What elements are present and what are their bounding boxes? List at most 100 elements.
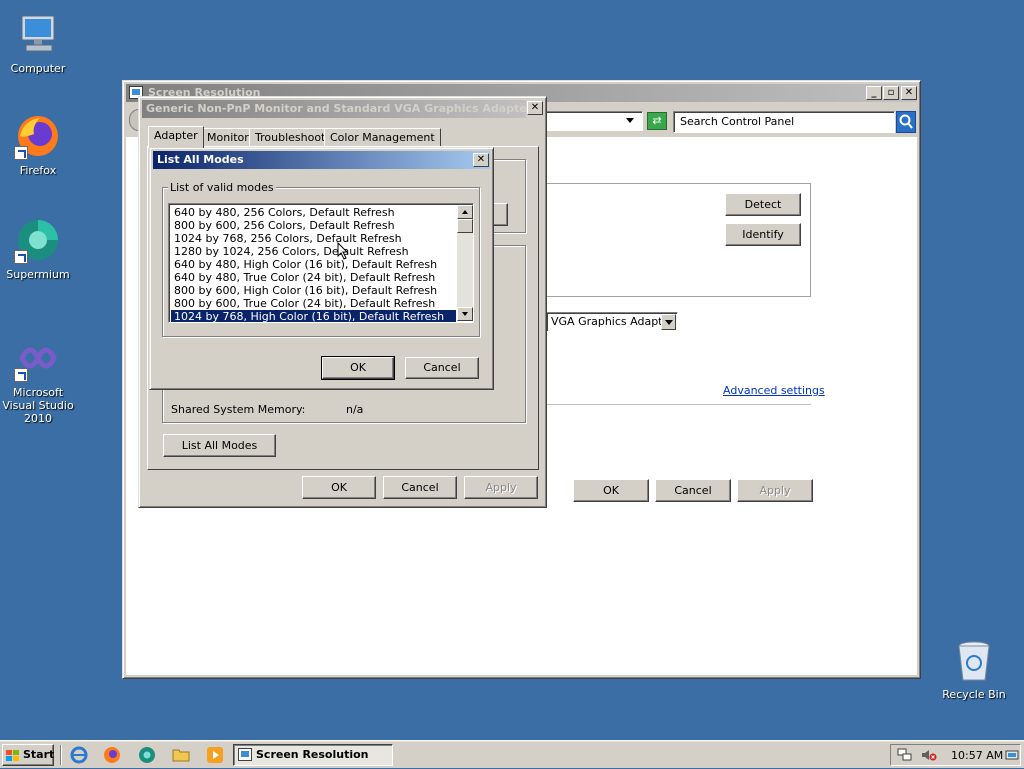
- list-item[interactable]: 1024 by 768, 256 Colors, Default Refresh: [171, 232, 456, 245]
- taskbar-task-screen-resolution[interactable]: Screen Resolution: [233, 744, 393, 766]
- ok-label: OK: [603, 484, 619, 497]
- adapter-dialog-title: Generic Non-PnP Monitor and Standard VGA…: [146, 102, 526, 115]
- ie-quicklaunch-icon[interactable]: [70, 746, 88, 764]
- apply-label: Apply: [485, 481, 517, 494]
- arrow-down-icon: [462, 312, 468, 316]
- tab-label: Adapter: [154, 129, 198, 142]
- maximize-button[interactable]: ▫: [883, 86, 899, 100]
- media-player-quicklaunch-icon[interactable]: [206, 746, 224, 764]
- adapter-dialog-close-button[interactable]: ✕: [527, 101, 543, 115]
- shared-memory-label: Shared System Memory:: [171, 403, 306, 416]
- search-icon[interactable]: [896, 111, 916, 133]
- control-panel-icon: [238, 748, 252, 761]
- shortcut-arrow-icon: [14, 146, 28, 160]
- main-ok-button[interactable]: OK: [573, 479, 649, 502]
- tab-label: Monitor: [207, 131, 249, 144]
- modes-scrollbar[interactable]: [457, 205, 473, 321]
- dropdown-arrow-icon[interactable]: [626, 118, 634, 123]
- list-item[interactable]: 640 by 480, High Color (16 bit), Default…: [171, 258, 456, 271]
- desktop-icon-visual-studio[interactable]: Microsoft Visual Studio 2010: [0, 334, 80, 425]
- system-tray: 10:57 AM: [890, 744, 1021, 766]
- display-dropdown-button[interactable]: [661, 314, 676, 330]
- divider: [522, 404, 811, 405]
- search-input[interactable]: Search Control Panel: [673, 111, 895, 133]
- desktop-icon-computer[interactable]: Computer: [0, 10, 80, 75]
- firefox-quicklaunch-icon[interactable]: [103, 746, 121, 764]
- close-button[interactable]: ✕: [901, 86, 917, 100]
- modes-dialog-title: List All Modes: [157, 153, 244, 166]
- adapter-apply-button[interactable]: Apply: [464, 476, 538, 499]
- identify-button[interactable]: Identify: [725, 223, 801, 246]
- list-item[interactable]: 640 by 480, 256 Colors, Default Refresh: [171, 206, 456, 219]
- cancel-label: Cancel: [423, 361, 461, 374]
- shared-memory-value: n/a: [346, 403, 364, 416]
- taskbar: Start Screen Resolution 10:57 AM: [0, 740, 1024, 768]
- folder-quicklaunch-icon[interactable]: [172, 746, 190, 764]
- taskbar-separator: [60, 745, 62, 765]
- list-all-modes-button[interactable]: List All Modes: [163, 434, 276, 457]
- visual-studio-icon: [14, 334, 62, 382]
- list-item[interactable]: 1280 by 1024, 256 Colors, Default Refres…: [171, 245, 456, 258]
- clock[interactable]: 10:57 AM: [951, 749, 1003, 762]
- scroll-thumb[interactable]: [457, 219, 473, 233]
- advanced-settings-link[interactable]: Advanced settings: [723, 384, 825, 397]
- list-item[interactable]: 640 by 480, True Color (24 bit), Default…: [171, 271, 456, 284]
- show-desktop-icon[interactable]: [1005, 748, 1019, 762]
- detect-label: Detect: [744, 198, 782, 211]
- firefox-icon: [14, 112, 62, 160]
- detect-button[interactable]: Detect: [725, 193, 801, 216]
- desktop-icon-supermium[interactable]: Supermium: [0, 216, 80, 281]
- scroll-down-button[interactable]: [457, 307, 473, 321]
- supermium-icon: [14, 216, 62, 264]
- display-dropdown-value: VGA Graphics Adapter: [551, 315, 674, 328]
- tab-label: Troubleshoot: [255, 131, 326, 144]
- tab-troubleshoot[interactable]: Troubleshoot: [249, 128, 332, 147]
- ok-label: OK: [350, 361, 366, 374]
- apply-label: Apply: [759, 484, 791, 497]
- start-button[interactable]: Start: [2, 744, 54, 766]
- valid-modes-group-label: List of valid modes: [168, 181, 276, 194]
- list-item[interactable]: 1024 by 768, High Color (16 bit), Defaul…: [171, 310, 456, 322]
- modes-list: 640 by 480, 256 Colors, Default Refresh 8…: [171, 206, 456, 322]
- arrow-up-icon: [462, 210, 468, 214]
- desktop-icon-firefox[interactable]: Firefox: [0, 112, 80, 177]
- modes-listbox[interactable]: 640 by 480, 256 Colors, Default Refresh 8…: [168, 203, 474, 323]
- refresh-icon[interactable]: ⇄: [647, 112, 667, 130]
- desktop-icon-label: Recycle Bin: [942, 688, 1006, 701]
- search-placeholder: Search Control Panel: [680, 115, 795, 128]
- supermium-quicklaunch-icon[interactable]: [138, 746, 156, 764]
- desktop-icon-label: Computer: [10, 62, 66, 75]
- tab-label: Color Management: [330, 131, 435, 144]
- adapter-dialog-titlebar[interactable]: Generic Non-PnP Monitor and Standard VGA…: [142, 100, 526, 118]
- list-item[interactable]: 800 by 600, High Color (16 bit), Default…: [171, 284, 456, 297]
- modes-dialog-close-button[interactable]: ✕: [473, 153, 489, 167]
- cancel-label: Cancel: [401, 481, 439, 494]
- list-item[interactable]: 800 by 600, True Color (24 bit), Default…: [171, 297, 456, 310]
- desktop-icon-label: Supermium: [6, 268, 70, 281]
- modes-dialog-titlebar[interactable]: List All Modes: [153, 151, 490, 169]
- cancel-label: Cancel: [674, 484, 712, 497]
- volume-muted-icon[interactable]: [921, 748, 937, 762]
- modes-cancel-button[interactable]: Cancel: [405, 357, 479, 379]
- tab-adapter[interactable]: Adapter: [148, 126, 204, 148]
- task-label: Screen Resolution: [256, 748, 369, 761]
- desktop-icon-label: Firefox: [19, 164, 57, 177]
- list-all-modes-dialog: List All Modes ✕ List of valid modes 640…: [149, 147, 494, 390]
- recycle-bin-icon: [950, 636, 998, 684]
- main-cancel-button[interactable]: Cancel: [655, 479, 731, 502]
- modes-ok-button[interactable]: OK: [321, 356, 395, 380]
- identify-label: Identify: [742, 228, 784, 241]
- list-item[interactable]: 800 by 600, 256 Colors, Default Refresh: [171, 219, 456, 232]
- tab-monitor[interactable]: Monitor: [201, 128, 255, 147]
- minimize-button[interactable]: _: [866, 86, 882, 100]
- adapter-ok-button[interactable]: OK: [302, 476, 376, 499]
- windows-logo-icon: [6, 749, 20, 761]
- main-apply-button[interactable]: Apply: [737, 479, 813, 502]
- display-dropdown[interactable]: VGA Graphics Adapter: [546, 312, 678, 332]
- tab-color-management[interactable]: Color Management: [324, 128, 441, 147]
- desktop-icon-recycle-bin[interactable]: Recycle Bin: [932, 636, 1016, 701]
- network-icon[interactable]: [897, 748, 913, 762]
- scroll-up-button[interactable]: [457, 205, 473, 219]
- list-all-modes-label: List All Modes: [181, 439, 258, 452]
- adapter-cancel-button[interactable]: Cancel: [383, 476, 457, 499]
